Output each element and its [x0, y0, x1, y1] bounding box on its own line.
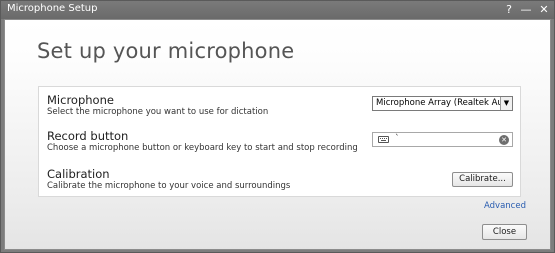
- record-button-title: Record button: [47, 129, 129, 143]
- close-window-button[interactable]: ✕: [536, 2, 552, 17]
- microphone-description: Select the microphone you want to use fo…: [47, 107, 269, 117]
- calibration-description: Calibrate the microphone to your voice a…: [47, 181, 291, 191]
- microphone-title: Microphone: [47, 93, 114, 107]
- record-button-row: Record button Choose a microphone button…: [47, 129, 367, 154]
- chevron-down-icon[interactable]: ▼: [500, 97, 512, 110]
- record-key-field[interactable]: ` ✕: [372, 132, 513, 147]
- microphone-select[interactable]: Microphone Array (Realtek Au... ▼: [372, 96, 513, 111]
- advanced-link[interactable]: Advanced: [484, 201, 526, 211]
- close-button[interactable]: Close: [482, 224, 527, 240]
- page-title: Set up your microphone: [37, 39, 295, 63]
- microphone-setup-window: Microphone Setup ? — ✕ Set up your micro…: [0, 0, 555, 253]
- window-title: Microphone Setup: [7, 3, 98, 14]
- calibration-row: Calibration Calibrate the microphone to …: [47, 167, 367, 192]
- microphone-row: Microphone Select the microphone you wan…: [47, 93, 367, 118]
- calibration-title: Calibration: [47, 167, 110, 181]
- settings-panel: Microphone Select the microphone you wan…: [38, 86, 521, 197]
- minimize-button[interactable]: —: [518, 2, 534, 17]
- record-button-description: Choose a microphone button or keyboard k…: [47, 143, 358, 153]
- dialog-content: Set up your microphone Microphone Select…: [4, 19, 551, 250]
- keyboard-icon: [378, 136, 389, 143]
- record-key-value: `: [395, 134, 400, 144]
- title-bar[interactable]: Microphone Setup ? — ✕: [1, 1, 554, 19]
- microphone-selected-value: Microphone Array (Realtek Au...: [376, 98, 511, 108]
- calibrate-button[interactable]: Calibrate...: [452, 172, 513, 187]
- help-button[interactable]: ?: [501, 2, 517, 17]
- clear-icon[interactable]: ✕: [499, 135, 509, 145]
